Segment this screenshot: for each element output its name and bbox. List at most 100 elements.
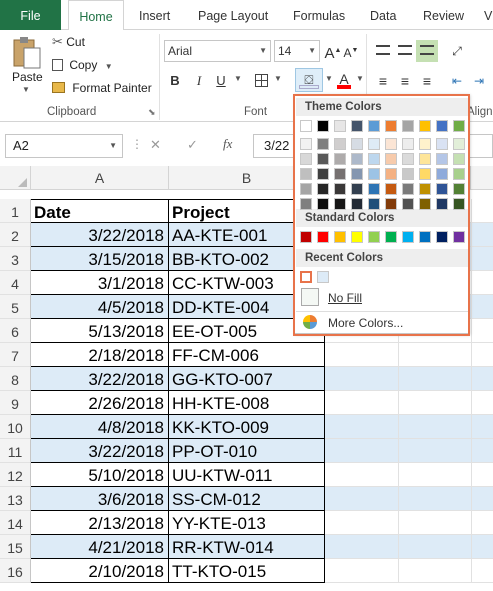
standard-color-swatch[interactable] [334, 231, 346, 243]
theme-shade-swatch[interactable] [317, 153, 329, 165]
standard-color-swatch[interactable] [402, 231, 414, 243]
cell-empty[interactable] [325, 367, 493, 391]
standard-color-swatch[interactable] [368, 231, 380, 243]
cell-project[interactable]: HH-KTE-008 [169, 391, 325, 415]
row-header[interactable]: 12 [0, 463, 31, 487]
tab-data[interactable]: Data [370, 0, 396, 30]
font-color-dropdown-arrow[interactable]: ▼ [356, 74, 364, 83]
cancel-icon[interactable]: ✕ [150, 137, 161, 153]
theme-shade-swatch[interactable] [436, 138, 448, 150]
cell-project[interactable]: FF-CM-006 [169, 343, 325, 367]
copy-dropdown-arrow[interactable]: ▼ [105, 62, 113, 71]
theme-shade-swatch[interactable] [453, 198, 465, 210]
decrease-indent-button[interactable]: ⇤ [446, 70, 468, 92]
increase-indent-button[interactable]: ⇥ [468, 70, 490, 92]
cell-project[interactable]: PP-OT-010 [169, 439, 325, 463]
theme-shade-swatch[interactable] [385, 168, 397, 180]
recent-color-selected[interactable] [300, 271, 312, 283]
theme-shade-swatch[interactable] [317, 183, 329, 195]
enter-icon[interactable]: ✓ [187, 137, 198, 153]
cell-date[interactable]: 5/10/2018 [31, 463, 169, 487]
underline-dropdown-arrow[interactable]: ▼ [234, 74, 242, 83]
theme-shade-swatch[interactable] [368, 153, 380, 165]
theme-shade-swatch[interactable] [385, 153, 397, 165]
cell-date[interactable]: 3/22/2018 [31, 223, 169, 247]
italic-button[interactable]: I [188, 70, 210, 92]
cell-empty[interactable] [325, 559, 493, 583]
insert-function-icon[interactable]: fx [223, 136, 232, 152]
cell-date[interactable]: 3/15/2018 [31, 247, 169, 271]
theme-shade-swatch[interactable] [436, 183, 448, 195]
tab-home[interactable]: Home [68, 0, 124, 31]
standard-color-swatch[interactable] [436, 231, 448, 243]
cell-date[interactable]: 4/8/2018 [31, 415, 169, 439]
theme-shade-swatch[interactable] [402, 183, 414, 195]
cell-date[interactable]: 2/26/2018 [31, 391, 169, 415]
theme-shade-swatch[interactable] [351, 138, 363, 150]
row-header[interactable]: 6 [0, 319, 31, 343]
theme-shade-swatch[interactable] [300, 183, 312, 195]
cell-date[interactable]: Date [31, 199, 169, 223]
cell-project[interactable]: SS-CM-012 [169, 487, 325, 511]
cell-date[interactable]: 2/13/2018 [31, 511, 169, 535]
font-color-button[interactable]: A [333, 68, 355, 90]
row-header[interactable]: 2 [0, 223, 31, 247]
theme-shade-swatch[interactable] [419, 138, 431, 150]
row-header[interactable]: 9 [0, 391, 31, 415]
tab-file[interactable]: File [0, 0, 61, 30]
theme-shade-swatch[interactable] [385, 138, 397, 150]
theme-shade-swatch[interactable] [368, 138, 380, 150]
recent-color-swatch[interactable] [317, 271, 329, 283]
theme-shade-swatch[interactable] [453, 153, 465, 165]
theme-shade-swatch[interactable] [300, 168, 312, 180]
theme-shade-swatch[interactable] [351, 198, 363, 210]
font-name-dropdown[interactable]: Arial ▼ [164, 40, 271, 62]
cell-project[interactable]: KK-KTO-009 [169, 415, 325, 439]
row-header[interactable]: 10 [0, 415, 31, 439]
theme-color-swatch[interactable] [419, 120, 431, 132]
cell-date[interactable]: 3/22/2018 [31, 367, 169, 391]
theme-shade-swatch[interactable] [385, 183, 397, 195]
cell-project[interactable]: UU-KTW-011 [169, 463, 325, 487]
cell-date[interactable]: 3/6/2018 [31, 487, 169, 511]
theme-shade-swatch[interactable] [453, 183, 465, 195]
theme-shade-swatch[interactable] [402, 138, 414, 150]
theme-color-swatch[interactable] [436, 120, 448, 132]
theme-shade-swatch[interactable] [368, 183, 380, 195]
theme-color-swatch[interactable] [317, 120, 329, 132]
theme-shade-swatch[interactable] [300, 138, 312, 150]
theme-shade-swatch[interactable] [351, 153, 363, 165]
cell-empty[interactable] [325, 415, 493, 439]
theme-color-swatch[interactable] [368, 120, 380, 132]
theme-shade-swatch[interactable] [402, 168, 414, 180]
cell-project[interactable]: YY-KTE-013 [169, 511, 325, 535]
standard-color-swatch[interactable] [351, 231, 363, 243]
cell-empty[interactable] [325, 487, 493, 511]
cell-empty[interactable] [325, 511, 493, 535]
standard-color-swatch[interactable] [317, 231, 329, 243]
cell-date[interactable]: 4/5/2018 [31, 295, 169, 319]
row-header[interactable]: 3 [0, 247, 31, 271]
cell-empty[interactable] [325, 463, 493, 487]
clipboard-launcher-icon[interactable]: ⬊ [148, 107, 156, 118]
row-header[interactable]: 16 [0, 559, 31, 583]
tab-page-layout[interactable]: Page Layout [198, 0, 268, 30]
theme-shade-swatch[interactable] [317, 198, 329, 210]
paste-dropdown-arrow[interactable]: ▼ [22, 85, 30, 94]
cell-project[interactable]: TT-KTO-015 [169, 559, 325, 583]
standard-color-swatch[interactable] [419, 231, 431, 243]
row-header[interactable]: 13 [0, 487, 31, 511]
no-fill-option[interactable]: No Fill [299, 288, 465, 308]
theme-shade-swatch[interactable] [436, 198, 448, 210]
underline-button[interactable]: U [210, 70, 232, 92]
name-box[interactable]: A2 ▼ [5, 134, 123, 158]
top-align-button[interactable] [372, 40, 394, 62]
theme-shade-swatch[interactable] [368, 168, 380, 180]
theme-shade-swatch[interactable] [300, 153, 312, 165]
middle-align-button[interactable] [394, 40, 416, 62]
align-right-button[interactable]: ≡ [416, 70, 438, 92]
row-header[interactable]: 5 [0, 295, 31, 319]
theme-color-swatch[interactable] [453, 120, 465, 132]
row-header[interactable]: 15 [0, 535, 31, 559]
theme-shade-swatch[interactable] [402, 153, 414, 165]
